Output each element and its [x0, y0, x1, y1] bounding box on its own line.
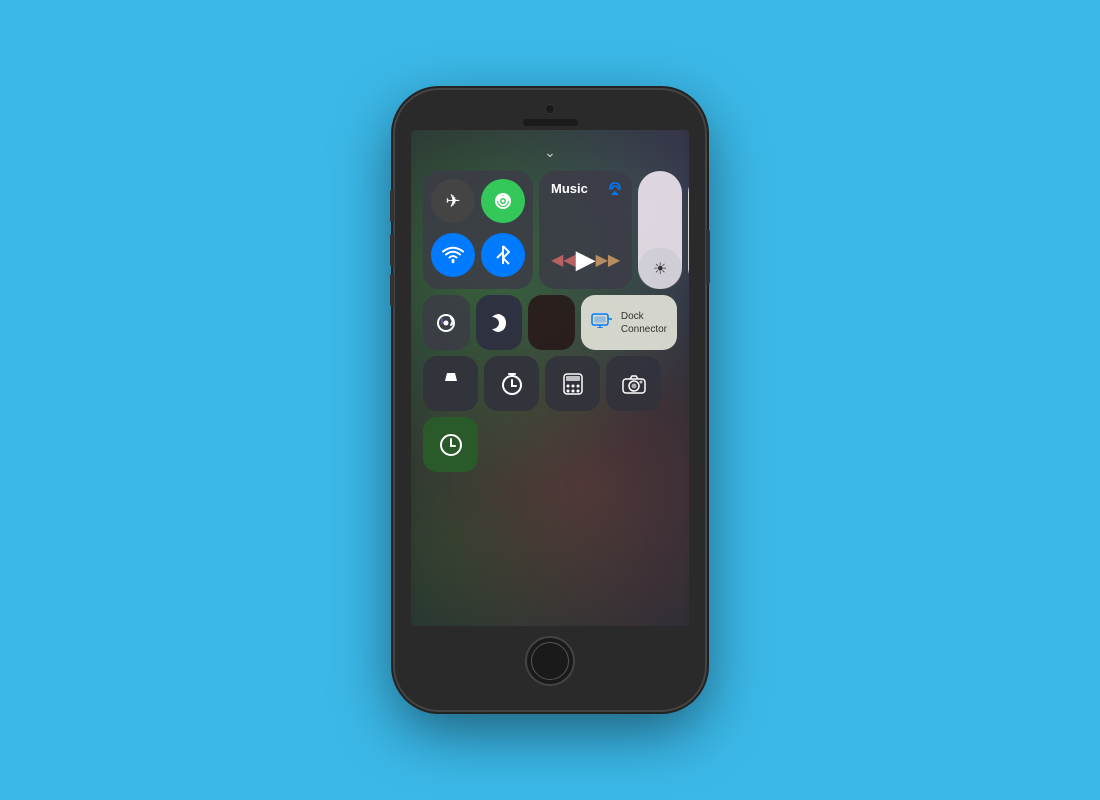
calculator-button[interactable]: [545, 356, 600, 411]
dock-label-line2: Connector: [621, 323, 667, 336]
music-tile[interactable]: Music ◀◀ ▶ ▶▶: [539, 171, 632, 289]
dock-label-line1: Dock: [621, 310, 667, 323]
dock-connector-label: Dock Connector: [621, 310, 667, 336]
camera-button[interactable]: [606, 356, 661, 411]
brightness-icon: ☀: [653, 259, 667, 279]
sliders-column: ☀: [638, 171, 689, 289]
front-camera: [545, 104, 555, 114]
iphone-frame: ⌄ ✈: [395, 90, 705, 710]
dock-connector-icon: [591, 312, 613, 333]
iphone-bottom: [525, 626, 575, 698]
wifi-button[interactable]: [431, 233, 475, 277]
control-center: ⌄ ✈: [411, 130, 689, 626]
home-button-inner: [531, 642, 569, 680]
earpiece-speaker: [523, 119, 578, 126]
dock-connector-button[interactable]: Dock Connector: [581, 295, 677, 350]
play-button[interactable]: ▶: [576, 244, 596, 275]
extra-buttons-row: [423, 417, 677, 472]
brightness-slider[interactable]: ☀: [638, 171, 682, 289]
volume-slider[interactable]: [688, 171, 689, 289]
do-not-disturb-button[interactable]: [476, 295, 523, 350]
cellular-button[interactable]: [481, 179, 525, 223]
clock-button[interactable]: [423, 417, 478, 472]
second-controls-row: Dock Connector: [423, 295, 677, 350]
dismiss-handle[interactable]: ⌄: [423, 140, 677, 165]
bluetooth-button[interactable]: [481, 233, 525, 277]
torch-button[interactable]: [528, 295, 575, 350]
airplay-icon[interactable]: [608, 181, 622, 198]
prev-button[interactable]: ◀◀: [551, 250, 576, 270]
next-button[interactable]: ▶▶: [596, 250, 621, 270]
top-controls-row: ✈: [423, 171, 677, 289]
connectivity-tile: ✈: [423, 171, 533, 289]
airplane-mode-button[interactable]: ✈: [431, 179, 475, 223]
rotation-lock-button[interactable]: [423, 295, 470, 350]
iphone-screen: ⌄ ✈: [411, 130, 689, 626]
home-button[interactable]: [525, 636, 575, 686]
flashlight-button[interactable]: [423, 356, 478, 411]
timer-button[interactable]: [484, 356, 539, 411]
music-controls: ◀◀ ▶ ▶▶: [551, 244, 620, 279]
bottom-buttons-row: [423, 356, 677, 411]
dismiss-chevron-icon[interactable]: ⌄: [544, 144, 556, 161]
iphone-top: [395, 90, 705, 126]
